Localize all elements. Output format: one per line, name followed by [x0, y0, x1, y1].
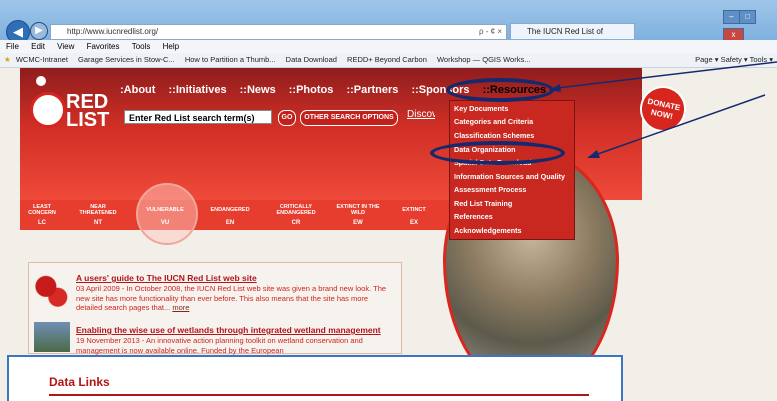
annotation-arrow-line — [594, 94, 766, 156]
annotation-arrowhead — [587, 150, 600, 158]
annotation-arrows — [549, 61, 777, 158]
annotation-arrow-line — [556, 61, 777, 89]
annotation-arrowhead — [549, 84, 561, 92]
